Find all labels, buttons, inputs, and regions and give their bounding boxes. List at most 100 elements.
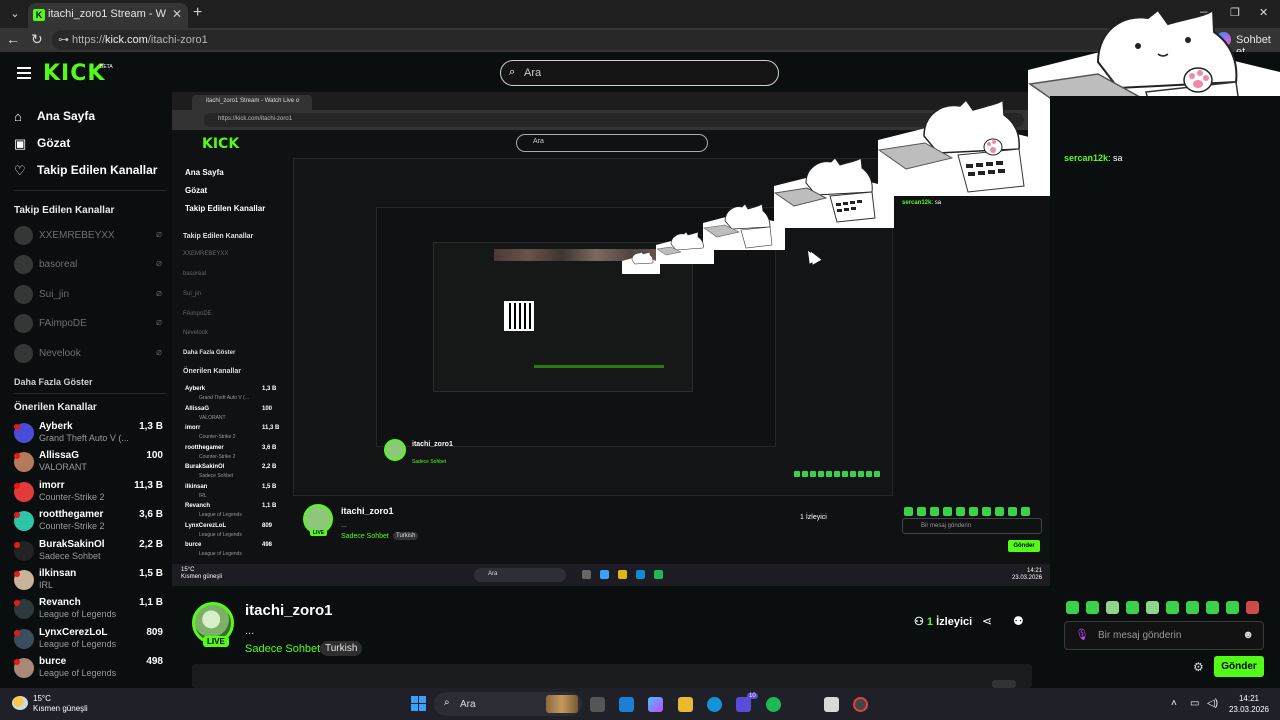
chat-username[interactable]: sercan12k bbox=[1064, 153, 1108, 163]
task-icon bbox=[654, 570, 663, 579]
spotify-icon[interactable] bbox=[766, 697, 781, 712]
kick-logo[interactable]: KICK bbox=[43, 61, 105, 86]
copilot-app-icon[interactable] bbox=[648, 697, 663, 712]
weather-widget[interactable]: 15°C Kısmen güneşli bbox=[33, 694, 88, 714]
share-icon[interactable]: ⋖ bbox=[982, 614, 992, 628]
network-icon[interactable]: ▭ bbox=[1190, 698, 1199, 709]
captured-chat: sercan12k: sa Bir mesaj gönderin Gönder bbox=[896, 158, 1050, 558]
bongo-cat-overlay bbox=[622, 251, 660, 274]
channel-name: FAimpoDE bbox=[39, 318, 87, 329]
captured-stream-category: Sadece Sohbet bbox=[341, 533, 389, 540]
captured-stream-name: itachi_zoro1 bbox=[341, 506, 394, 516]
viewer-count: ⚇ 1 İzleyici bbox=[914, 615, 972, 628]
recommended-channel[interactable]: ilkinsan IRL 1,5 B bbox=[14, 568, 166, 594]
captured-tab: itachi_zoro1 Stream - Watch Live o bbox=[192, 95, 312, 110]
panel-toggle[interactable] bbox=[992, 680, 1016, 688]
recommended-channel[interactable]: LynxCerezLoL League of Legends 809 bbox=[14, 627, 166, 653]
task-icon bbox=[600, 570, 609, 579]
close-tab-icon[interactable]: ✕ bbox=[172, 7, 182, 21]
new-tab-icon[interactable]: + bbox=[193, 4, 202, 22]
recommended-channel[interactable]: rootthegamer Counter-Strike 2 3,6 B bbox=[14, 509, 166, 535]
chat-input[interactable]: 🎙 Bir mesaj gönderin ☻ bbox=[1064, 621, 1264, 650]
recommended-channel[interactable]: imorr Counter-Strike 2 11,3 B bbox=[14, 480, 166, 506]
gear-icon[interactable]: ⚙ bbox=[1193, 660, 1204, 674]
reload-icon[interactable]: ↻ bbox=[31, 31, 43, 48]
captured-stream-info: LIVE itachi_zoro1 ... Sadece Sohbet Turk… bbox=[303, 504, 883, 554]
nested-stream-name: itachi_zoro1 bbox=[412, 441, 453, 448]
channel-name: Ayberk bbox=[39, 421, 73, 432]
streamer-name[interactable]: itachi_zoro1 bbox=[245, 602, 333, 619]
weather-icon[interactable] bbox=[12, 696, 28, 710]
menu-icon[interactable] bbox=[17, 67, 31, 79]
start-icon[interactable] bbox=[411, 696, 427, 712]
time: 14:21 bbox=[1238, 694, 1260, 703]
captured-tab-title: itachi_zoro1 Stream - Watch Live o bbox=[206, 98, 300, 104]
taskbar-search[interactable]: ⌕ Ara bbox=[434, 692, 582, 716]
task-view-icon[interactable] bbox=[590, 697, 605, 712]
emote-icon[interactable] bbox=[1106, 601, 1119, 614]
live-dot-icon bbox=[14, 659, 20, 665]
captured-following: FAimpoDE bbox=[183, 311, 212, 317]
emote-icon[interactable] bbox=[1206, 601, 1219, 614]
following-channel[interactable]: basoreal ⌀ bbox=[14, 255, 166, 275]
captured-rec-category: League of Legends bbox=[199, 512, 242, 518]
following-channel[interactable]: XXEMREBEYXX ⌀ bbox=[14, 226, 166, 246]
sidebar-item-following[interactable]: ♡ Takip Edilen Kanallar bbox=[14, 160, 164, 182]
emoji-icon[interactable]: ☻ bbox=[1242, 629, 1254, 641]
emote-icon[interactable] bbox=[1246, 601, 1259, 614]
captured-rec-viewers: 1,1 B bbox=[262, 503, 277, 509]
nested-stream-info: itachi_zoro1 Sadece Sohbet bbox=[384, 439, 624, 479]
beta-badge: BETA bbox=[100, 64, 113, 70]
stream-category-link[interactable]: Sadece Sohbet bbox=[245, 643, 320, 655]
chat-placeholder: Bir mesaj gönderin bbox=[1098, 630, 1182, 641]
language-tag[interactable]: Turkish bbox=[320, 641, 363, 656]
follow-user-icon[interactable]: ⚉ bbox=[1013, 614, 1024, 628]
emote-icon[interactable] bbox=[1226, 601, 1239, 614]
emote-icon[interactable] bbox=[1126, 601, 1139, 614]
emote-icon[interactable] bbox=[1186, 601, 1199, 614]
following-channel[interactable]: Nevelook ⌀ bbox=[14, 344, 166, 364]
recommended-channel[interactable]: burce League of Legends 498 bbox=[14, 656, 166, 682]
tray-chevron-icon[interactable]: ˄ bbox=[1171, 698, 1177, 709]
url-field[interactable]: ⊶ https://kick.com/itachi-zoro1 bbox=[52, 30, 1192, 50]
channel-category: League of Legends bbox=[39, 609, 117, 619]
emote-icon[interactable] bbox=[1086, 601, 1099, 614]
file-explorer-icon[interactable] bbox=[678, 697, 693, 712]
browser-tab[interactable]: K itachi_zoro1 Stream - Watch Live o ✕ bbox=[28, 3, 188, 28]
recommended-channel[interactable]: Revanch League of Legends 1,1 B bbox=[14, 597, 166, 623]
sidebar: ⌂ Ana Sayfa ▣ Gözat ♡ Takip Edilen Kanal… bbox=[0, 96, 172, 688]
recommended-channel[interactable]: Ayberk Grand Theft Auto V (... 1,3 B bbox=[14, 421, 166, 447]
emote-icon[interactable] bbox=[1166, 601, 1179, 614]
emote-icon[interactable] bbox=[1066, 601, 1079, 614]
send-button[interactable]: Gönder bbox=[1214, 656, 1264, 677]
following-channel[interactable]: Sui_jin ⌀ bbox=[14, 285, 166, 305]
chat-message: sercan12k: sa bbox=[1064, 153, 1123, 163]
clock[interactable]: 14:21 23.03.2026 bbox=[1224, 693, 1274, 715]
sidebar-item-home[interactable]: ⌂ Ana Sayfa bbox=[14, 106, 164, 128]
back-icon[interactable]: ← bbox=[6, 31, 20, 47]
sidebar-item-browse[interactable]: ▣ Gözat bbox=[14, 133, 164, 155]
volume-icon[interactable]: ◁) bbox=[1207, 698, 1218, 709]
app-icon[interactable] bbox=[853, 697, 868, 712]
channel-viewers: 1,5 B bbox=[139, 568, 163, 579]
microphone-icon[interactable]: 🎙 bbox=[1075, 628, 1089, 641]
site-info-icon[interactable]: ⊶ bbox=[58, 33, 69, 46]
emote-icon[interactable] bbox=[1146, 601, 1159, 614]
captured-rec-name: LynxCerezLoL bbox=[185, 522, 227, 529]
tab-list-icon[interactable]: ⌄ bbox=[6, 5, 24, 23]
teams-icon[interactable] bbox=[736, 697, 751, 712]
captured-rec-viewers: 11,3 B bbox=[262, 425, 280, 431]
recommended-channel[interactable]: BurakSakinOl Sadece Sohbet 2,2 B bbox=[14, 539, 166, 565]
following-channel[interactable]: FAimpoDE ⌀ bbox=[14, 314, 166, 334]
recommended-channel[interactable]: AllissaG VALORANT 100 bbox=[14, 450, 166, 476]
show-more-link[interactable]: Daha Fazla Göster bbox=[14, 377, 93, 387]
edge-icon[interactable] bbox=[707, 697, 722, 712]
stream-title: ... bbox=[245, 625, 255, 637]
store-icon[interactable] bbox=[619, 697, 634, 712]
bongo-cat-overlay bbox=[656, 231, 714, 264]
channel-name: burce bbox=[39, 656, 67, 667]
store-bag-icon[interactable] bbox=[824, 697, 839, 712]
captured-rec-category: Grand Theft Auto V (... bbox=[199, 395, 249, 401]
emote-row bbox=[1066, 601, 1266, 615]
search-input[interactable]: ⌕ Ara bbox=[500, 60, 779, 86]
